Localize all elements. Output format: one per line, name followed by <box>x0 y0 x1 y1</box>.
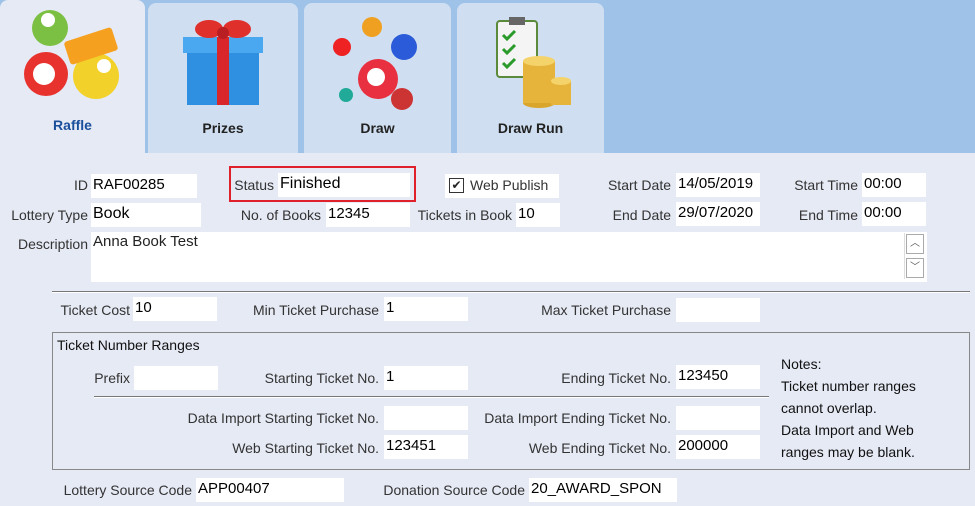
web-end-field[interactable]: 200000 <box>676 435 760 459</box>
no-books-field[interactable]: 12345 <box>326 203 410 227</box>
ticket-cost-field[interactable]: 10 <box>133 297 217 321</box>
tickets-in-book-field[interactable]: 10 <box>516 203 560 227</box>
web-publish-checkbox[interactable]: ✔ <box>449 178 464 193</box>
di-start-label: Data Import Starting Ticket No. <box>187 410 379 426</box>
ending-ticket-label: Ending Ticket No. <box>561 370 671 386</box>
tab-label: Draw <box>360 120 395 136</box>
starting-ticket-label: Starting Ticket No. <box>264 370 379 386</box>
notes-line: ranges may be blank. <box>781 444 915 460</box>
tab-draw[interactable]: Draw <box>304 3 451 153</box>
checklist-coins-icon <box>495 17 571 108</box>
ranges-notes: Notes: Ticket number ranges cannot overl… <box>781 353 916 463</box>
lottery-balls-icon <box>332 17 417 110</box>
start-time-label: Start Time <box>794 177 858 193</box>
notes-line: Notes: <box>781 356 822 372</box>
tab-label: Raffle <box>53 117 92 133</box>
web-publish-label: Web Publish <box>470 177 549 193</box>
tab-label: Draw Run <box>497 120 564 136</box>
ticket-ranges-title: Ticket Number Ranges <box>57 337 200 353</box>
tab-bar: Raffle Prizes Draw Draw Run <box>0 0 975 153</box>
description-text: Anna Book Test <box>93 233 198 250</box>
min-ticket-label: Min Ticket Purchase <box>252 302 379 318</box>
raffle-balls-icon <box>23 10 119 99</box>
min-ticket-field[interactable]: 1 <box>384 297 468 321</box>
ending-ticket-field[interactable]: 123450 <box>676 365 760 389</box>
tickets-in-book-label: Tickets in Book <box>417 207 512 223</box>
di-end-field[interactable] <box>676 406 760 430</box>
status-field[interactable]: Finished <box>278 173 410 197</box>
ticket-cost-label: Ticket Cost <box>60 302 131 318</box>
lottery-source-label: Lottery Source Code <box>63 482 192 498</box>
description-textarea[interactable]: Anna Book Test ︿ ﹀ <box>91 232 927 282</box>
di-start-field[interactable] <box>384 406 468 430</box>
lottery-source-field[interactable]: APP00407 <box>196 478 344 502</box>
max-ticket-label: Max Ticket Purchase <box>541 302 671 318</box>
start-date-field[interactable]: 14/05/2019 <box>676 173 760 197</box>
tab-prizes[interactable]: Prizes <box>148 3 298 153</box>
starting-ticket-field[interactable]: 1 <box>384 366 468 390</box>
end-time-field[interactable]: 00:00 <box>862 202 926 226</box>
notes-line: cannot overlap. <box>781 400 877 416</box>
max-ticket-field[interactable] <box>676 298 760 322</box>
prefix-field[interactable] <box>134 366 218 390</box>
ranges-separator <box>94 396 769 398</box>
lottery-type-label: Lottery Type <box>11 207 88 223</box>
end-date-field[interactable]: 29/07/2020 <box>676 202 760 226</box>
separator-line <box>52 291 970 293</box>
donation-source-field[interactable]: 20_AWARD_SPON <box>529 478 677 502</box>
tab-label: Prizes <box>202 120 244 136</box>
id-field[interactable]: RAF00285 <box>91 174 197 198</box>
end-date-label: End Date <box>612 207 671 223</box>
tab-raffle[interactable]: Raffle <box>0 0 145 153</box>
lottery-type-field[interactable]: Book <box>91 203 201 227</box>
no-books-label: No. of Books <box>240 207 321 223</box>
web-start-label: Web Starting Ticket No. <box>232 440 379 456</box>
scroll-up-icon[interactable]: ︿ <box>906 234 924 254</box>
notes-line: Data Import and Web <box>781 422 914 438</box>
description-label: Description <box>17 236 88 252</box>
prefix-label: Prefix <box>94 370 130 386</box>
notes-line: Ticket number ranges <box>781 378 916 394</box>
start-time-field[interactable]: 00:00 <box>862 173 926 197</box>
scroll-down-icon[interactable]: ﹀ <box>906 258 924 278</box>
id-label: ID <box>74 177 88 193</box>
status-label: Status <box>234 177 274 193</box>
end-time-label: End Time <box>798 207 858 223</box>
tab-draw-run[interactable]: Draw Run <box>457 3 604 153</box>
description-scrollbar[interactable]: ︿ ﹀ <box>904 233 925 279</box>
gift-box-icon <box>183 20 263 105</box>
web-start-field[interactable]: 123451 <box>384 435 468 459</box>
donation-source-label: Donation Source Code <box>383 482 525 498</box>
start-date-label: Start Date <box>607 177 671 193</box>
di-end-label: Data Import Ending Ticket No. <box>484 410 671 426</box>
web-end-label: Web Ending Ticket No. <box>528 440 671 456</box>
